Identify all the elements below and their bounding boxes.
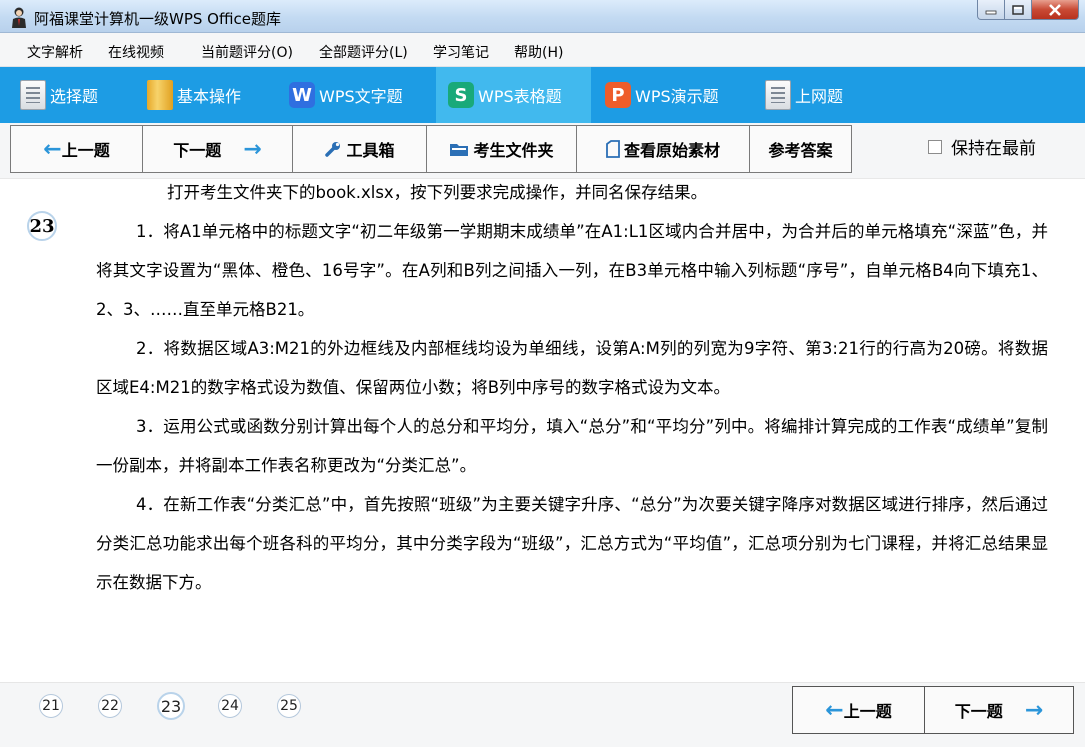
menu-study-notes[interactable]: 学习笔记 (433, 42, 489, 62)
close-icon (1049, 3, 1061, 16)
keep-on-top-checkbox[interactable] (928, 139, 942, 154)
tab-label: WPS文字题 (319, 87, 403, 106)
arrow-right-icon: → (1024, 697, 1044, 723)
wps-spreadsheet-icon: S (448, 82, 474, 108)
student-folder-button[interactable]: 考生文件夹 (427, 125, 577, 173)
window-title-bar[interactable]: 阿福课堂计算机一级WPS Office题库 (0, 0, 1085, 33)
question-step-2: 2．将数据区域A3:M21的外边框线及内部框线均设为单细线，设第A:M列的列宽为… (96, 339, 1048, 397)
menu-text-analysis[interactable]: 文字解析 (27, 42, 83, 62)
minimize-icon (985, 10, 997, 14)
tab-wps-writer[interactable]: W WPS文字题 (289, 67, 403, 123)
question-step-3: 3．运用公式或函数分别计算出每个人的总分和平均分，填入“总分”和“平均分”列中。… (96, 417, 1048, 475)
window-title: 阿福课堂计算机一级WPS Office题库 (34, 10, 281, 28)
next-label: 下一题 (173, 141, 222, 160)
tab-label: 上网题 (795, 87, 844, 106)
student-folder-label: 考生文件夹 (473, 141, 554, 160)
wps-presentation-icon: P (605, 82, 631, 108)
reference-answer-label: 参考答案 (768, 141, 833, 160)
menu-online-video[interactable]: 在线视频 (108, 42, 164, 62)
menu-grade-all[interactable]: 全部题评分(L) (319, 42, 408, 62)
prev-label: 上一题 (61, 141, 110, 160)
tab-internet[interactable]: 上网题 (765, 67, 843, 123)
bottom-navigation-bar: 21 22 23 24 25 ← 上一题 下一题 → (0, 682, 1085, 747)
document-icon (20, 80, 46, 110)
tab-wps-spreadsheet[interactable]: S WPS表格题 (436, 67, 591, 123)
question-content: 23 打开考生文件夹下的book.xlsx，按下列要求完成操作，并同名保存结果。… (0, 178, 1085, 682)
view-material-label: 查看原始素材 (623, 141, 720, 160)
bottom-next-button[interactable]: 下一题 → (924, 686, 1074, 734)
maximize-icon (1012, 4, 1024, 15)
menu-help[interactable]: 帮助(H) (514, 42, 563, 62)
question-page-21[interactable]: 21 (39, 694, 63, 718)
tab-label: WPS表格题 (478, 87, 562, 106)
arrow-right-icon: → (243, 136, 262, 162)
question-step-1: 1．将A1单元格中的标题文字“初二年级第一学期期末成绩单”在A1:L1区域内合并… (96, 222, 1048, 319)
tab-wps-presentation[interactable]: P WPS演示题 (605, 67, 719, 123)
question-step-4: 4．在新工作表“分类汇总”中，首先按照“班级”为主要关键字升序、“总分”为次要关… (96, 495, 1048, 592)
folder-icon (450, 144, 469, 156)
toolbox-button[interactable]: 工具箱 (293, 125, 427, 173)
tab-label: 选择题 (50, 87, 99, 106)
folder-icon (147, 80, 173, 110)
window-controls (977, 0, 1079, 22)
wrench-icon (325, 142, 341, 157)
keep-on-top-toggle[interactable]: 保持在最前 (928, 134, 1036, 159)
arrow-left-icon: ← (825, 697, 844, 723)
tab-label: WPS演示题 (635, 87, 719, 106)
close-button[interactable] (1032, 0, 1079, 20)
toolbox-label: 工具箱 (346, 141, 395, 160)
reference-answer-button[interactable]: 参考答案 (750, 125, 852, 173)
keep-on-top-label: 保持在最前 (951, 139, 1036, 159)
toolbar: ← 上一题 下一题 → 工具箱 考生文件夹 查看原始素材 参考答案 保持在最前 (0, 123, 1085, 178)
question-page-24[interactable]: 24 (218, 694, 242, 718)
maximize-button[interactable] (1005, 0, 1032, 20)
next-question-button[interactable]: 下一题 → (143, 125, 293, 173)
prev-question-button[interactable]: ← 上一题 (10, 125, 143, 173)
document-icon (765, 80, 791, 110)
question-intro: 打开考生文件夹下的book.xlsx，按下列要求完成操作，并同名保存结果。 (167, 183, 708, 202)
tab-basic-operation[interactable]: 基本操作 (147, 67, 241, 123)
arrow-left-icon: ← (43, 136, 62, 162)
question-page-22[interactable]: 22 (98, 694, 122, 718)
tab-label: 基本操作 (177, 87, 242, 106)
menu-bar: 文字解析 在线视频 当前题评分(O) 全部题评分(L) 学习笔记 帮助(H) (0, 33, 1085, 67)
view-material-button[interactable]: 查看原始素材 (577, 125, 750, 173)
question-page-23-current[interactable]: 23 (157, 692, 185, 720)
tab-choice[interactable]: 选择题 (20, 67, 98, 123)
bottom-next-label: 下一题 (954, 702, 1003, 721)
question-number-badge: 23 (27, 211, 57, 241)
question-page-25[interactable]: 25 (277, 694, 301, 718)
file-icon (606, 140, 620, 158)
wps-writer-icon: W (289, 82, 315, 108)
menu-grade-current[interactable]: 当前题评分(O) (201, 42, 293, 62)
bottom-prev-button[interactable]: ← 上一题 (792, 686, 925, 734)
question-type-tabs: 选择题 基本操作 W WPS文字题 S WPS表格题 P WPS演示题 上网题 (0, 67, 1085, 123)
app-logo-icon (12, 7, 26, 28)
bottom-prev-label: 上一题 (843, 702, 892, 721)
minimize-button[interactable] (977, 0, 1005, 20)
